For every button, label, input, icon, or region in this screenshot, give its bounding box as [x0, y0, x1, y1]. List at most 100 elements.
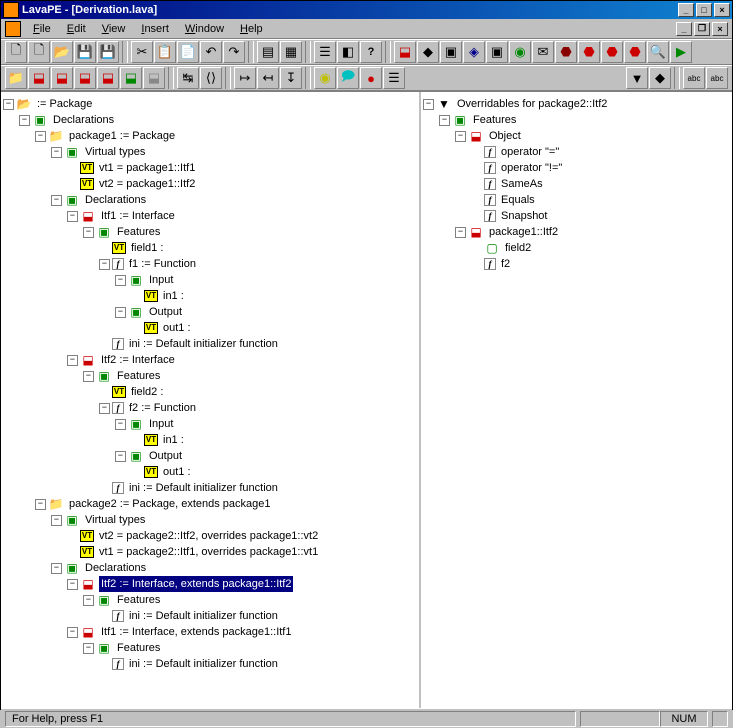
tree-node[interactable]: VTin1 :: [3, 432, 417, 448]
tree-node[interactable]: −▣Declarations: [3, 192, 417, 208]
t2-g[interactable]: ↹: [177, 67, 199, 89]
save-button[interactable]: 💾: [74, 41, 96, 63]
tree-node[interactable]: ff2: [423, 256, 730, 272]
menu-edit[interactable]: Edit: [59, 21, 94, 37]
tree-node[interactable]: fini := Default initializer function: [3, 336, 417, 352]
t2-h[interactable]: ⟨⟩: [200, 67, 222, 89]
left-tree-pane[interactable]: −📂:= Package−▣Declarations−📁package1 := …: [1, 92, 421, 708]
pkg-button[interactable]: ⬓: [394, 41, 416, 63]
tree-node[interactable]: −⬓Itf1 := Interface, extends package1::I…: [3, 624, 417, 640]
collapse-icon[interactable]: −: [83, 643, 94, 654]
collapse-icon[interactable]: −: [115, 419, 126, 430]
tree-node[interactable]: −▣Features: [423, 112, 730, 128]
tree-node[interactable]: fini := Default initializer function: [3, 608, 417, 624]
tree-node[interactable]: VTvt2 = package1::Itf2: [3, 176, 417, 192]
t2-n[interactable]: ●: [360, 67, 382, 89]
collapse-icon[interactable]: −: [51, 563, 62, 574]
tool-n-button[interactable]: ⬣: [624, 41, 646, 63]
tool-g-button[interactable]: ◈: [463, 41, 485, 63]
collapse-icon[interactable]: −: [455, 227, 466, 238]
right-tree-pane[interactable]: −▼Overridables for package2::Itf2−▣Featu…: [421, 92, 732, 708]
tree-node[interactable]: foperator "=": [423, 144, 730, 160]
collapse-icon[interactable]: −: [83, 371, 94, 382]
t2-l[interactable]: ◉: [314, 67, 336, 89]
collapse-icon[interactable]: −: [35, 499, 46, 510]
collapse-icon[interactable]: −: [3, 99, 14, 110]
new-button[interactable]: 🗋: [5, 41, 27, 63]
collapse-icon[interactable]: −: [67, 627, 78, 638]
menu-insert[interactable]: Insert: [133, 21, 177, 37]
collapse-icon[interactable]: −: [67, 579, 78, 590]
saveall-button[interactable]: 💾: [97, 41, 119, 63]
tree-node[interactable]: −▣Input: [3, 272, 417, 288]
tree-node[interactable]: −⬓Itf1 := Interface: [3, 208, 417, 224]
search-button[interactable]: 🔍: [647, 41, 669, 63]
tree-node[interactable]: VTout1 :: [3, 464, 417, 480]
tree-node[interactable]: VTfield1 :: [3, 240, 417, 256]
selected-node[interactable]: −⬓Itf2 := Interface, extends package1::I…: [3, 576, 417, 592]
collapse-icon[interactable]: −: [115, 307, 126, 318]
tree-node[interactable]: −▣Declarations: [3, 112, 417, 128]
redo-button[interactable]: ↷: [223, 41, 245, 63]
t2-r[interactable]: abc: [683, 67, 705, 89]
tree-node[interactable]: −ff1 := Function: [3, 256, 417, 272]
tool-a-button[interactable]: ▤: [257, 41, 279, 63]
t2-s[interactable]: abc: [706, 67, 728, 89]
undo-button[interactable]: ↶: [200, 41, 222, 63]
tool-h-button[interactable]: ▣: [486, 41, 508, 63]
collapse-icon[interactable]: −: [439, 115, 450, 126]
tree-node[interactable]: fini := Default initializer function: [3, 480, 417, 496]
tree-node[interactable]: −▣Features: [3, 368, 417, 384]
t2-c[interactable]: ⬓: [74, 67, 96, 89]
tree-node[interactable]: −▣Declarations: [3, 560, 417, 576]
tree-node[interactable]: −▣Output: [3, 304, 417, 320]
tree-node[interactable]: −⬓Itf2 := Interface: [3, 352, 417, 368]
collapse-icon[interactable]: −: [19, 115, 30, 126]
t2-b[interactable]: ⬓: [51, 67, 73, 89]
tree-node[interactable]: −ff2 := Function: [3, 400, 417, 416]
tool-c-button[interactable]: ☰: [314, 41, 336, 63]
help-button[interactable]: ?: [360, 41, 382, 63]
tool-k-button[interactable]: ⬣: [555, 41, 577, 63]
collapse-icon[interactable]: −: [423, 99, 434, 110]
tree-node[interactable]: foperator "!=": [423, 160, 730, 176]
maximize-button[interactable]: □: [696, 3, 712, 17]
tree-node[interactable]: fSameAs: [423, 176, 730, 192]
tree-node[interactable]: −▣Input: [3, 416, 417, 432]
resize-grip[interactable]: [712, 711, 728, 727]
tool-f-button[interactable]: ▣: [440, 41, 462, 63]
collapse-icon[interactable]: −: [99, 403, 110, 414]
tool-i-button[interactable]: ◉: [509, 41, 531, 63]
run-button[interactable]: ▶: [670, 41, 692, 63]
tree-node[interactable]: −📁package2 := Package, extends package1: [3, 496, 417, 512]
tree-node[interactable]: −⬓package1::Itf2: [423, 224, 730, 240]
t2-i[interactable]: ↦: [234, 67, 256, 89]
new2-button[interactable]: 🗋: [28, 41, 50, 63]
collapse-icon[interactable]: −: [35, 131, 46, 142]
collapse-icon[interactable]: −: [115, 275, 126, 286]
tree-node[interactable]: fini := Default initializer function: [3, 656, 417, 672]
tool-m-button[interactable]: ⬣: [601, 41, 623, 63]
collapse-icon[interactable]: −: [83, 595, 94, 606]
close-button[interactable]: ×: [714, 3, 730, 17]
mdi-close-button[interactable]: ×: [712, 22, 728, 36]
copy-button[interactable]: 📋: [154, 41, 176, 63]
tool-e-button[interactable]: ◆: [417, 41, 439, 63]
t2-o[interactable]: ☰: [383, 67, 405, 89]
tree-node[interactable]: −📁package1 := Package: [3, 128, 417, 144]
collapse-icon[interactable]: −: [99, 259, 110, 270]
tree-node[interactable]: VTout1 :: [3, 320, 417, 336]
open-button[interactable]: 📂: [51, 41, 73, 63]
tree-node[interactable]: −▣Features: [3, 592, 417, 608]
t2-q[interactable]: ◆: [649, 67, 671, 89]
collapse-icon[interactable]: −: [67, 355, 78, 366]
collapse-icon[interactable]: −: [51, 147, 62, 158]
mdi-minimize-button[interactable]: _: [676, 22, 692, 36]
tree-node[interactable]: −▣Features: [3, 224, 417, 240]
menu-help[interactable]: Help: [232, 21, 271, 37]
cut-button[interactable]: ✂: [131, 41, 153, 63]
tree-node[interactable]: −⬓Object: [423, 128, 730, 144]
tree-node[interactable]: VTvt1 = package1::Itf1: [3, 160, 417, 176]
tree-node[interactable]: −▼Overridables for package2::Itf2: [423, 96, 730, 112]
t2-d[interactable]: ⬓: [97, 67, 119, 89]
